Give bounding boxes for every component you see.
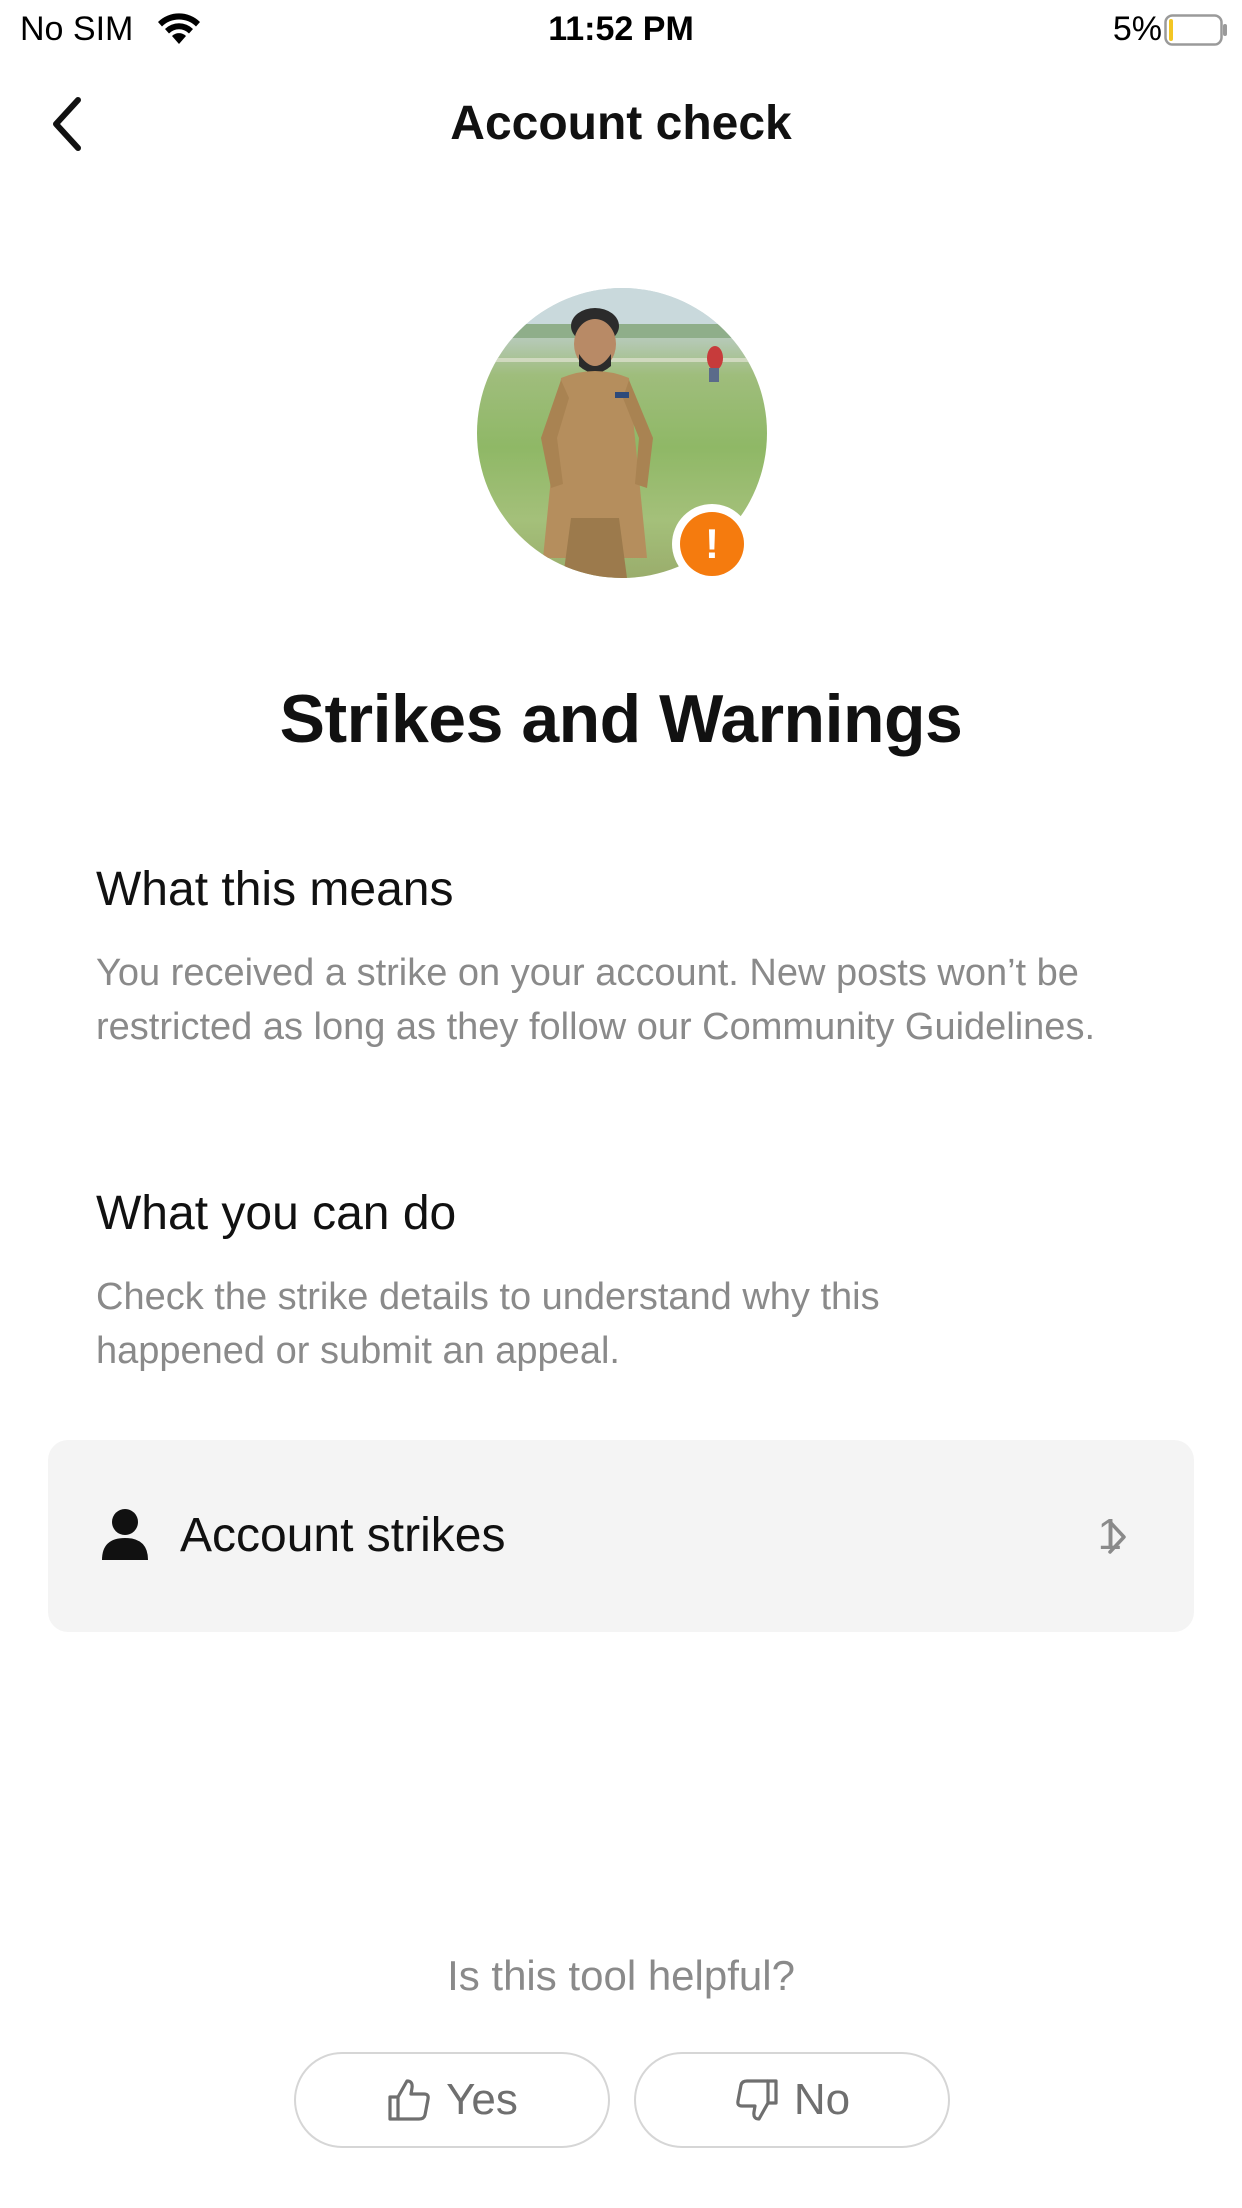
yes-button[interactable]: Yes bbox=[294, 2052, 610, 2148]
account-strikes-label: Account strikes bbox=[180, 1509, 506, 1562]
battery-icon bbox=[1164, 14, 1227, 46]
chevron-right-icon bbox=[1108, 1520, 1126, 1554]
warning-badge: ! bbox=[672, 504, 752, 584]
exclamation-icon: ! bbox=[680, 512, 744, 576]
section-body-what-you-can-do: Check the strike details to understand w… bbox=[96, 1276, 880, 1372]
page-title: Account check bbox=[450, 97, 792, 150]
yes-label: Yes bbox=[446, 2075, 518, 2124]
main-title: Strikes and Warnings bbox=[279, 681, 963, 757]
feedback-question: Is this tool helpful? bbox=[447, 1952, 795, 1999]
person-icon bbox=[102, 1509, 148, 1560]
profile-avatar-group: ! bbox=[477, 288, 767, 584]
section-body-what-this-means: You received a strike on your account. N… bbox=[96, 952, 1096, 1048]
account-strikes-row[interactable]: Account strikes 1 bbox=[48, 1440, 1194, 1632]
thumbs-down-icon bbox=[736, 2079, 778, 2121]
thumbs-up-icon bbox=[388, 2079, 430, 2121]
status-bar: No SIM 11:52 PM 5% bbox=[0, 0, 1242, 62]
section-heading-what-you-can-do: What you can do bbox=[96, 1187, 457, 1240]
account-check-screen: No SIM 11:52 PM 5% Account check ! Strik… bbox=[0, 0, 1242, 2208]
no-button[interactable]: No bbox=[634, 2052, 950, 2148]
section-heading-what-this-means: What this means bbox=[96, 863, 454, 916]
nav-bar: Account check bbox=[0, 80, 1242, 170]
clock: 11:52 PM bbox=[548, 10, 694, 48]
battery-percent: 5% bbox=[1112, 10, 1162, 48]
no-label: No bbox=[793, 2075, 851, 2124]
